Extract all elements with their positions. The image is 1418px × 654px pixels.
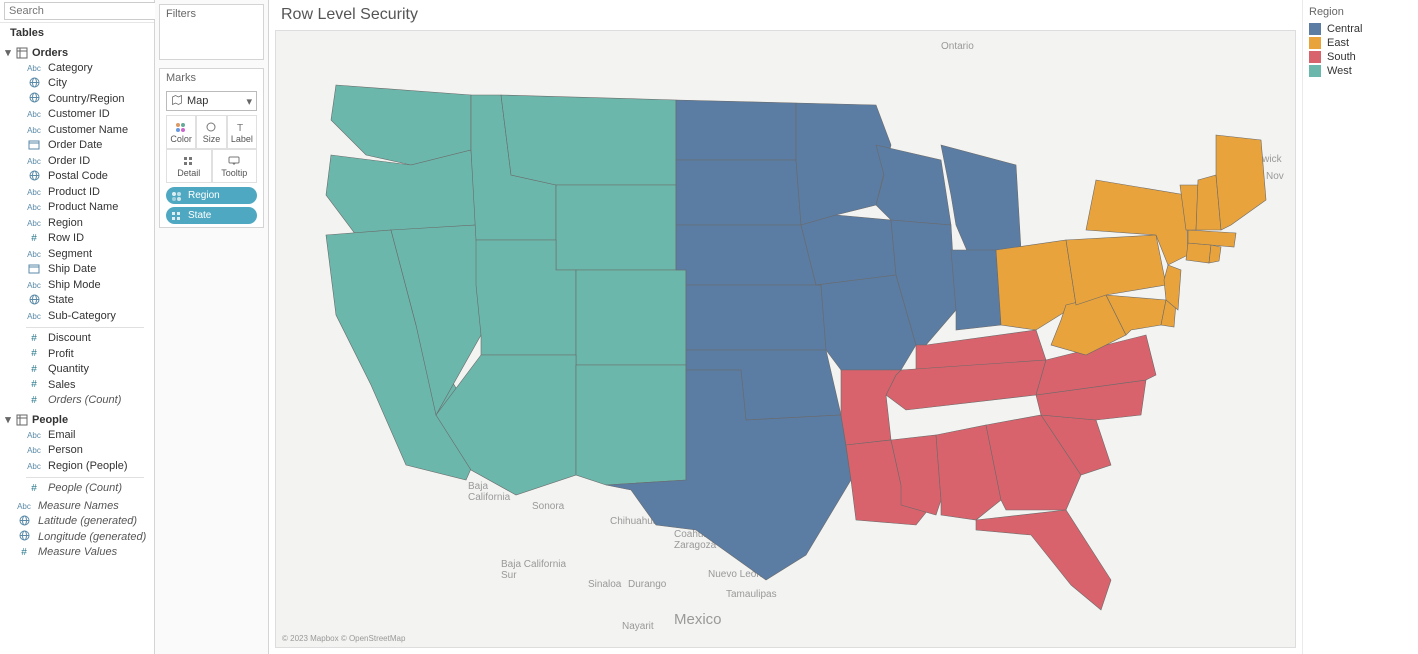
field-discount[interactable]: #Discount bbox=[0, 331, 154, 347]
chevron-down-icon: ▾ bbox=[246, 95, 252, 108]
us-map-svg bbox=[276, 30, 1296, 645]
state-connecticut[interactable] bbox=[1186, 243, 1211, 263]
map-icon bbox=[171, 94, 183, 109]
field-region-people-[interactable]: AbcRegion (People) bbox=[0, 458, 154, 474]
field-sales[interactable]: #Sales bbox=[0, 377, 154, 393]
detail-icon bbox=[182, 154, 196, 168]
map-view[interactable]: OntarioNewBrunswickNovBajaCaliforniaSono… bbox=[275, 30, 1296, 648]
state-minnesota[interactable] bbox=[796, 103, 891, 225]
data-pane: ▼ Tables ▾OrdersAbcCategoryCityCountry/R… bbox=[0, 0, 155, 654]
detail-icon bbox=[170, 211, 184, 221]
field-tree: ▾OrdersAbcCategoryCityCountry/RegionAbcC… bbox=[0, 43, 154, 654]
legend-item-west[interactable]: West bbox=[1309, 64, 1412, 78]
filters-shelf[interactable]: Filters bbox=[159, 4, 264, 60]
field-category[interactable]: AbcCategory bbox=[0, 60, 154, 76]
mark-type-label: Map bbox=[187, 95, 208, 107]
tables-header: Tables bbox=[0, 23, 154, 43]
state-maine[interactable] bbox=[1216, 135, 1266, 230]
field-order-date[interactable]: Order Date bbox=[0, 138, 154, 154]
field-profit[interactable]: #Profit bbox=[0, 346, 154, 362]
state-rhode-island[interactable] bbox=[1209, 245, 1221, 263]
state-indiana[interactable] bbox=[951, 250, 1001, 330]
legend-title: Region bbox=[1309, 4, 1412, 22]
field-product-id[interactable]: AbcProduct ID bbox=[0, 184, 154, 200]
search-input[interactable] bbox=[4, 2, 156, 20]
map-attribution: © 2023 Mapbox © OpenStreetMap bbox=[282, 634, 405, 643]
marks-label-button[interactable]: T Label bbox=[227, 115, 257, 149]
state-nebraska[interactable] bbox=[676, 225, 816, 285]
tooltip-icon bbox=[227, 154, 241, 168]
legend-item-south[interactable]: South bbox=[1309, 50, 1412, 64]
state-kansas[interactable] bbox=[686, 285, 826, 350]
filters-title: Filters bbox=[160, 5, 263, 23]
field-ship-mode[interactable]: AbcShip Mode bbox=[0, 277, 154, 293]
field-product-name[interactable]: AbcProduct Name bbox=[0, 200, 154, 216]
table-people[interactable]: ▾People bbox=[0, 412, 154, 427]
size-icon bbox=[204, 120, 218, 134]
mark-type-select[interactable]: Map ▾ bbox=[166, 91, 257, 111]
state-wisconsin[interactable] bbox=[876, 145, 951, 225]
legend-item-central[interactable]: Central bbox=[1309, 22, 1412, 36]
state-washington[interactable] bbox=[331, 85, 471, 165]
marks-tooltip-button[interactable]: Tooltip bbox=[212, 149, 258, 183]
field-row-id[interactable]: #Row ID bbox=[0, 231, 154, 247]
state-colorado[interactable] bbox=[576, 270, 686, 365]
state-wyoming[interactable] bbox=[556, 185, 676, 270]
field-quantity[interactable]: #Quantity bbox=[0, 362, 154, 378]
state-pennsylvania[interactable] bbox=[1066, 235, 1166, 305]
search-row: ▼ bbox=[0, 0, 154, 23]
marks-size-button[interactable]: Size bbox=[196, 115, 226, 149]
state-tennessee[interactable] bbox=[886, 360, 1046, 410]
state-south-dakota[interactable] bbox=[676, 160, 801, 225]
field-customer-name[interactable]: AbcCustomer Name bbox=[0, 122, 154, 138]
field-orders-count-[interactable]: #Orders (Count) bbox=[0, 393, 154, 409]
sheet-title: Row Level Security bbox=[269, 0, 1302, 30]
label-icon: T bbox=[235, 120, 249, 134]
marks-card: Marks Map ▾ Color bbox=[159, 68, 264, 228]
field-sub-category[interactable]: AbcSub-Category bbox=[0, 308, 154, 324]
color-icon bbox=[174, 120, 188, 134]
state-iowa[interactable] bbox=[801, 215, 896, 285]
field-city[interactable]: City bbox=[0, 76, 154, 92]
field-people-count-[interactable]: #People (Count) bbox=[0, 481, 154, 497]
state-arkansas[interactable] bbox=[841, 370, 901, 445]
shelves-pane: Filters Marks Map ▾ Color bbox=[155, 0, 269, 654]
field-measure-values[interactable]: #Measure Values bbox=[0, 545, 154, 561]
field-longitude-generated-[interactable]: Longitude (generated) bbox=[0, 529, 154, 545]
field-measure-names[interactable]: AbcMeasure Names bbox=[0, 498, 154, 514]
marks-color-button[interactable]: Color bbox=[166, 115, 196, 149]
legend-item-east[interactable]: East bbox=[1309, 36, 1412, 50]
field-postal-code[interactable]: Postal Code bbox=[0, 169, 154, 185]
svg-text:T: T bbox=[237, 123, 243, 133]
table-orders[interactable]: ▾Orders bbox=[0, 45, 154, 60]
viz-area: Row Level Security OntarioNewBrunswickNo… bbox=[269, 0, 1302, 654]
state-new-mexico[interactable] bbox=[576, 365, 686, 485]
field-region[interactable]: AbcRegion bbox=[0, 215, 154, 231]
field-latitude-generated-[interactable]: Latitude (generated) bbox=[0, 514, 154, 530]
state-michigan[interactable] bbox=[941, 145, 1021, 260]
color-icon bbox=[170, 191, 184, 201]
state-montana[interactable] bbox=[501, 95, 676, 185]
field-customer-id[interactable]: AbcCustomer ID bbox=[0, 107, 154, 123]
pill-state[interactable]: State bbox=[166, 207, 257, 224]
field-ship-date[interactable]: Ship Date bbox=[0, 262, 154, 278]
field-state[interactable]: State bbox=[0, 293, 154, 309]
field-person[interactable]: AbcPerson bbox=[0, 443, 154, 459]
pill-region[interactable]: Region bbox=[166, 187, 257, 204]
field-order-id[interactable]: AbcOrder ID bbox=[0, 153, 154, 169]
field-segment[interactable]: AbcSegment bbox=[0, 246, 154, 262]
field-email[interactable]: AbcEmail bbox=[0, 427, 154, 443]
state-north-dakota[interactable] bbox=[676, 100, 796, 160]
field-country-region[interactable]: Country/Region bbox=[0, 91, 154, 107]
marks-title: Marks bbox=[160, 69, 263, 87]
state-florida[interactable] bbox=[976, 510, 1111, 610]
marks-detail-button[interactable]: Detail bbox=[166, 149, 212, 183]
legend-pane: Region CentralEastSouthWest bbox=[1302, 0, 1418, 654]
